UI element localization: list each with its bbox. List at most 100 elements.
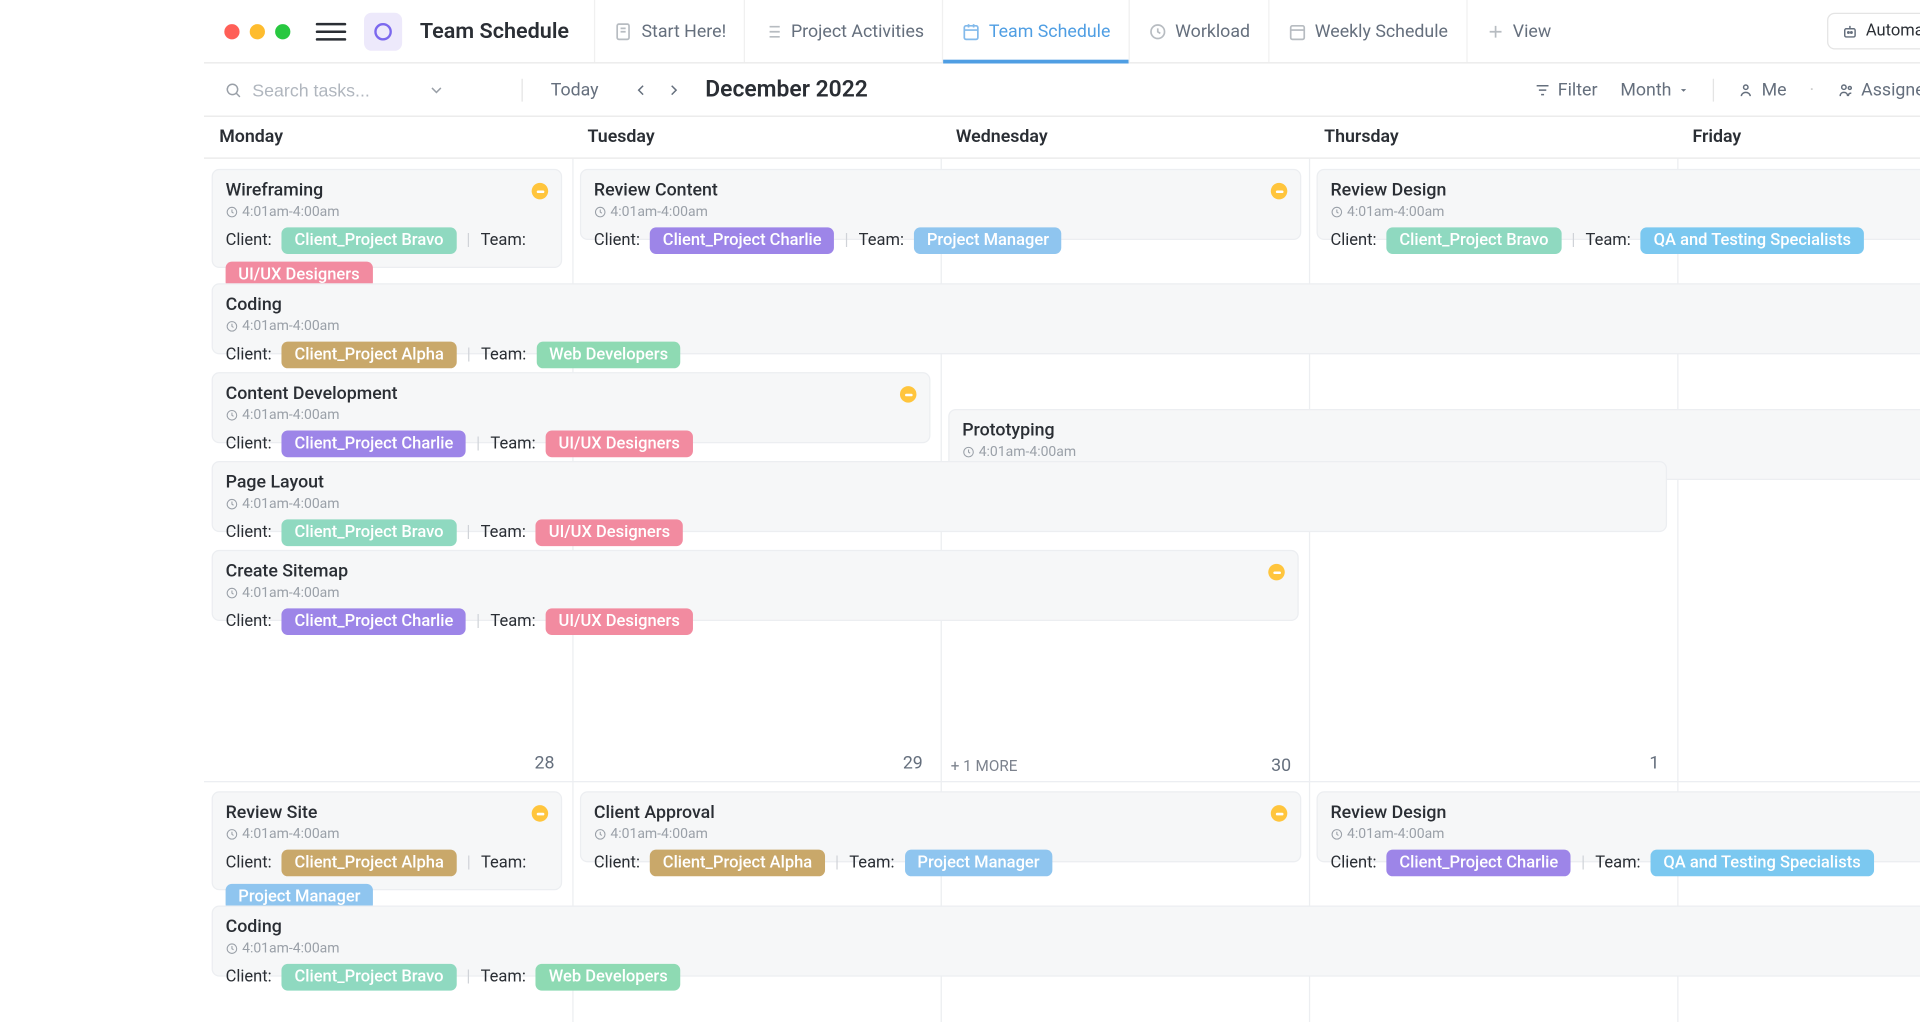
plus-icon <box>1485 21 1505 41</box>
task-title: Review Site <box>226 803 549 823</box>
task-title: Review Design <box>1330 803 1920 823</box>
task-title: Wireframing <box>226 180 549 200</box>
task-card-page-layout[interactable]: Page Layout 4:01am-4:00am Client: Client… <box>212 461 1667 532</box>
automate-button[interactable]: Automate <box>1828 14 1920 48</box>
top-bar: Team Schedule Start Here! Project Activi… <box>204 0 1920 64</box>
week1-dates: 28 29 + 1 MORE 30 1 2 <box>204 753 1920 778</box>
clock-icon <box>1330 205 1343 218</box>
clock-icon <box>594 205 607 218</box>
window-controls <box>224 23 290 38</box>
prev-button[interactable] <box>627 76 655 104</box>
tab-project-activities[interactable]: Project Activities <box>744 0 942 62</box>
task-time: 4:01am-4:00am <box>1330 203 1920 220</box>
view-tabs: Start Here! Project Activities Team Sche… <box>594 0 1569 62</box>
calendar-header: Monday Tuesday Wednesday Thursday Friday <box>204 117 1920 159</box>
team-label: Team: <box>481 231 526 250</box>
task-title: Client Approval <box>594 803 1287 823</box>
task-title: Coding <box>226 917 1920 937</box>
task-time: 4:01am-4:00am <box>962 443 1920 460</box>
next-button[interactable] <box>660 76 688 104</box>
task-time: 4:01am-4:00am <box>226 203 549 220</box>
date-nav <box>627 76 688 104</box>
maximize-window-icon[interactable] <box>275 23 290 38</box>
task-card-review-content[interactable]: Review Content 4:01am-4:00am Client: Cli… <box>580 169 1301 240</box>
calendar-body: Wireframing 4:01am-4:00am Client: Client… <box>204 159 1920 1022</box>
tab-start-here[interactable]: Start Here! <box>594 0 744 62</box>
search-icon <box>224 81 242 99</box>
status-icon <box>532 183 549 200</box>
calendar-week-icon <box>1287 21 1307 41</box>
people-icon <box>1837 81 1855 99</box>
period-selector[interactable]: Month <box>1620 79 1690 99</box>
task-time: 4:01am-4:00am <box>594 826 1287 843</box>
calendar-icon <box>961 21 981 41</box>
task-time: 4:01am-4:00am <box>594 203 1287 220</box>
task-card-review-site[interactable]: Review Site 4:01am-4:00am Client: Client… <box>212 791 563 890</box>
person-icon <box>1738 81 1756 99</box>
clock-icon <box>594 827 607 840</box>
clock-icon <box>226 942 239 955</box>
task-time: 4:01am-4:00am <box>226 406 917 423</box>
task-card-coding[interactable]: Coding 4:01am-4:00am Client: Client_Proj… <box>212 283 1920 354</box>
task-title: Coding <box>226 295 1920 315</box>
task-time: 4:01am-4:00am <box>226 940 1920 957</box>
task-card-wireframing[interactable]: Wireframing 4:01am-4:00am Client: Client… <box>212 169 563 268</box>
tab-add-view[interactable]: View <box>1466 0 1569 62</box>
task-title: Content Development <box>226 384 917 404</box>
chevron-right-icon <box>665 81 683 99</box>
clock-icon <box>226 827 239 840</box>
clock-icon <box>226 497 239 510</box>
status-icon <box>900 386 917 403</box>
filter-icon <box>1534 81 1552 99</box>
tab-team-schedule[interactable]: Team Schedule <box>942 0 1128 62</box>
header-monday: Monday <box>204 122 572 152</box>
list-icon <box>763 21 783 41</box>
task-card-client-approval[interactable]: Client Approval 4:01am-4:00am Client: Cl… <box>580 791 1301 862</box>
top-right-actions: Automate Share <box>1826 13 1920 50</box>
clock-icon <box>226 319 239 332</box>
status-icon <box>1271 805 1288 822</box>
minimize-window-icon[interactable] <box>250 23 265 38</box>
me-filter[interactable]: Me <box>1738 79 1787 99</box>
robot-icon <box>1840 22 1858 40</box>
tab-workload[interactable]: Workload <box>1128 0 1268 62</box>
status-icon <box>1271 183 1288 200</box>
task-title: Prototyping <box>962 420 1920 440</box>
task-time: 4:01am-4:00am <box>226 584 1285 601</box>
task-card-coding-2[interactable]: Coding 4:01am-4:00am Client: Client_Proj… <box>212 906 1920 977</box>
space-logo-icon <box>364 12 402 50</box>
header-friday: Friday <box>1677 122 1920 152</box>
client-tag: Client_Project Bravo <box>282 227 456 254</box>
menu-button[interactable] <box>316 16 346 46</box>
header-wednesday: Wednesday <box>941 122 1309 152</box>
filter-button[interactable]: Filter <box>1534 79 1598 99</box>
toolbar-right: Filter Month Me · Assignees Show <box>1534 78 1920 101</box>
search-box[interactable] <box>224 79 503 99</box>
task-card-create-sitemap[interactable]: Create Sitemap 4:01am-4:00am Client: Cli… <box>212 550 1299 621</box>
clock-icon <box>226 408 239 421</box>
today-button[interactable]: Today <box>541 74 609 104</box>
task-title: Page Layout <box>226 472 1653 492</box>
tab-weekly-schedule[interactable]: Weekly Schedule <box>1268 0 1466 62</box>
task-card-content-dev[interactable]: Content Development 4:01am-4:00am Client… <box>212 372 931 443</box>
page-title: Team Schedule <box>420 18 569 43</box>
clock-icon <box>962 445 975 458</box>
chevron-down-icon[interactable] <box>428 81 446 99</box>
caret-down-icon <box>1678 83 1691 96</box>
task-time: 4:01am-4:00am <box>226 318 1920 335</box>
divider <box>1713 78 1714 101</box>
header-tuesday: Tuesday <box>572 122 940 152</box>
clock-icon <box>1330 827 1343 840</box>
automate-button-group: Automate <box>1826 13 1920 50</box>
clock-icon <box>226 205 239 218</box>
search-input[interactable] <box>252 79 417 99</box>
task-title: Review Content <box>594 180 1287 200</box>
more-link[interactable]: + 1 MORE <box>941 757 1018 775</box>
task-card-review-design[interactable]: Review Design 4:01am-4:00am Client: Clie… <box>1317 169 1920 240</box>
month-label: December 2022 <box>705 76 868 103</box>
close-window-icon[interactable] <box>224 23 239 38</box>
task-time: 4:01am-4:00am <box>226 495 1653 512</box>
assignees-filter[interactable]: Assignees <box>1837 79 1920 99</box>
dot-separator: · <box>1809 79 1814 99</box>
task-card-review-design-2[interactable]: Review Design 4:01am-4:00am Client: Clie… <box>1317 791 1920 862</box>
